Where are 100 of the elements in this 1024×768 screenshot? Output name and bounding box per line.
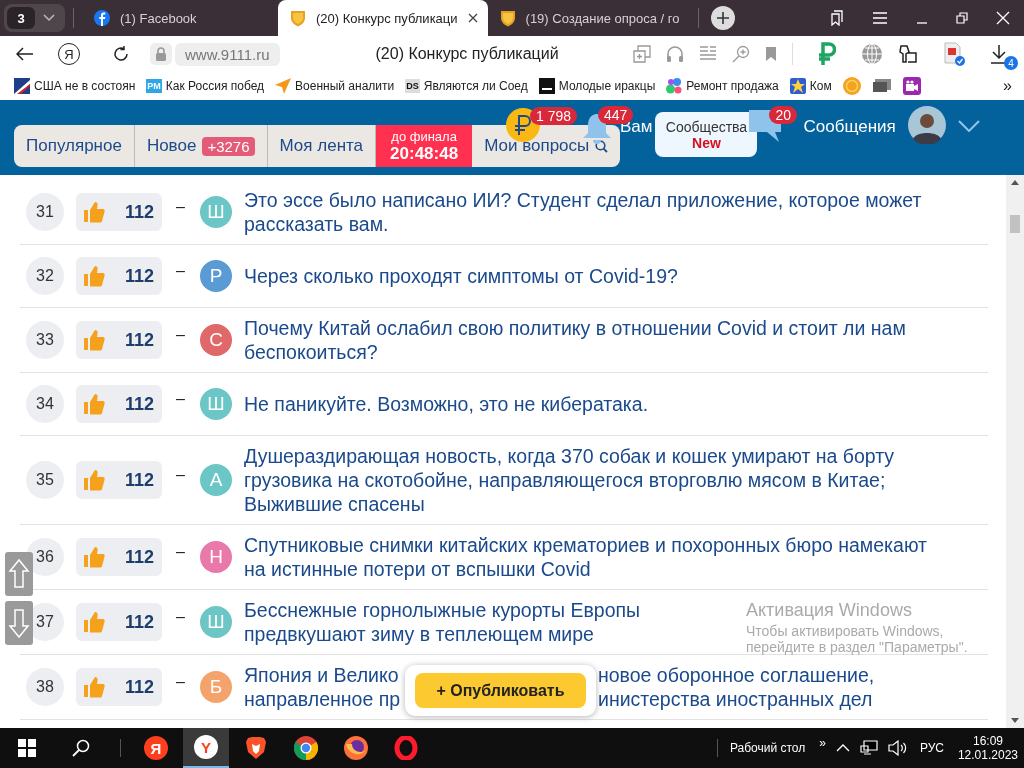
publish-button[interactable]: + Опубликовать [415,673,586,708]
post-title-link[interactable]: Это эссе было написано ИИ? Студент сделал приложение, которое может рассказать вам. [244,188,949,236]
nav-tab[interactable]: Мои вопросы [472,125,621,167]
like-button[interactable]: 112 [76,257,162,295]
thumbs-up-icon [83,265,105,287]
messages-link[interactable]: Сообщения [803,117,896,137]
like-button[interactable]: 112 [76,461,162,499]
firefox-icon [344,736,368,760]
zoom-icon[interactable] [732,45,750,63]
rank-number: 35 [26,461,64,499]
thumbs-up-icon [83,469,105,491]
tab-count-button[interactable]: 3 [7,7,35,29]
post-title-link[interactable]: новое оборонное соглашение, [598,663,875,687]
language-indicator[interactable]: РУС [919,741,944,755]
scrollbar-thumb[interactable] [1010,215,1020,233]
thumbs-up-icon [83,329,105,351]
like-button[interactable]: 112 [76,538,162,576]
dash: – [176,198,186,216]
nav-tab[interactable]: Популярное [14,125,135,167]
browser-tab[interactable]: (19) Создание опроса / го [487,0,690,36]
clock[interactable]: 16:09 12.01.2023 [957,734,1018,762]
volume-icon[interactable] [887,740,908,756]
bookmark-item[interactable]: США не в состоян [14,78,136,94]
like-button[interactable]: 112 [76,193,162,231]
lock-icon[interactable] [150,43,172,65]
back-icon[interactable] [16,47,34,61]
thumbs-up-icon [83,393,105,415]
bookmark-item[interactable]: Военный аналити [275,78,395,94]
pdf-icon[interactable] [943,42,965,66]
post-title-link[interactable]: Спутниковые снимки китайских крематориев и похоронных бюро намекают на истинные потери от вспышки Covid [244,533,949,581]
thumbs-up-icon [83,546,105,568]
scroll-down-arrow-icon[interactable] [1011,718,1019,723]
dash: – [176,466,186,484]
chrome-icon [294,736,318,760]
menu-icon[interactable] [872,12,888,24]
globe-icon[interactable] [861,43,883,65]
rank-number: 33 [26,321,64,359]
like-button[interactable]: 112 [76,385,162,423]
dash: – [176,390,186,408]
thumbs-up-icon [83,201,105,223]
post-title-link[interactable]: Бесснежные горнолыжные курорты Европы предвкушают зиму в теплеющем мире [244,598,724,646]
bookmark-icon-button[interactable] [902,77,921,95]
browser-tab[interactable]: (20) Конкурс публикаци [278,0,488,36]
count-badge: +3276 [202,136,255,156]
avatar[interactable] [907,106,946,144]
chevron-down-icon[interactable] [957,120,980,132]
dash: – [176,262,186,280]
bookmark-icon[interactable] [765,46,777,62]
network-icon[interactable] [859,740,878,756]
site-logo: PM [146,79,162,93]
bookmark-item[interactable]: PM Как Россия побед [146,79,265,93]
taskbar-app-button[interactable]: Y [183,728,229,768]
scroll-up-button[interactable] [5,552,33,596]
bookmark-item[interactable]: Молодые иракцы [538,78,656,94]
like-button[interactable]: 112 [76,603,162,641]
bookmark-item[interactable]: DS Являются ли Соед [405,79,528,93]
ruble-icon[interactable] [818,42,836,66]
post-title-link[interactable]: Душераздирающая новость, когда 370 собак и кошек умирают на борту грузовика на скотобойне, направляющегося вторговлю мясом в Китае; Выжившие спасены [244,444,949,516]
caret-up-icon[interactable] [835,744,850,752]
search-icon[interactable] [595,139,609,153]
restore-icon[interactable] [956,12,968,24]
scrollbar[interactable] [1006,175,1024,728]
bookmarks-icon[interactable] [828,10,844,26]
search-icon[interactable] [72,739,90,757]
post-title-link[interactable]: Почему Китай ослабил свою политику в отношении Covid и стоит ли нам беспокоиться? [244,316,949,364]
browser-tab[interactable]: (1) Facebook [82,0,278,36]
nav-tab[interactable]: Новое +3276 [134,125,268,167]
rank-number: 34 [26,385,64,423]
close-icon[interactable] [467,13,478,23]
copy-icon[interactable] [633,45,651,63]
taskbar-app-button[interactable]: Я [133,728,179,768]
arrow-icon [275,78,292,94]
activation-title: Активация Windows [746,599,913,621]
rank-number: 38 [26,668,64,706]
scroll-down-button[interactable] [5,601,33,645]
new-tab-button[interactable] [710,6,735,30]
star-icon [789,78,806,94]
bookmark-icon-button[interactable] [871,78,892,94]
like-button[interactable]: 112 [76,321,162,359]
desktop-toolbar-label[interactable]: Рабочий стол [729,741,806,755]
toolbar-expand-button[interactable]: » [819,736,826,750]
address-field[interactable]: www.9111.ru [175,42,280,66]
communities-button[interactable]: Сообщества New [655,112,758,157]
thumbs-up-icon [83,611,105,633]
bookmark-item[interactable]: Ком [789,78,832,94]
bookmark-item[interactable]: Ремонт продажа [666,78,779,94]
more-bookmarks-button[interactable]: » [1003,77,1012,95]
lion-shield-icon [245,736,267,760]
post-title-link[interactable]: инистерства иностранных дел [598,687,873,711]
thumbs-up-icon [83,676,105,698]
windows-start-icon[interactable] [18,739,36,757]
post-title-link[interactable]: Не паникуйте. Возможно, это не кибератака. [244,392,649,416]
chevron-down-icon[interactable] [43,14,55,22]
like-button[interactable]: 112 [76,668,162,706]
reload-icon[interactable] [112,45,130,63]
post-title-link[interactable]: Через сколько проходят симптомы от Covid-19? [244,264,678,288]
extension-icon[interactable] [898,44,918,64]
scroll-up-arrow-icon[interactable] [1011,180,1019,185]
headphones-icon[interactable] [666,45,684,63]
dash: – [176,673,186,691]
